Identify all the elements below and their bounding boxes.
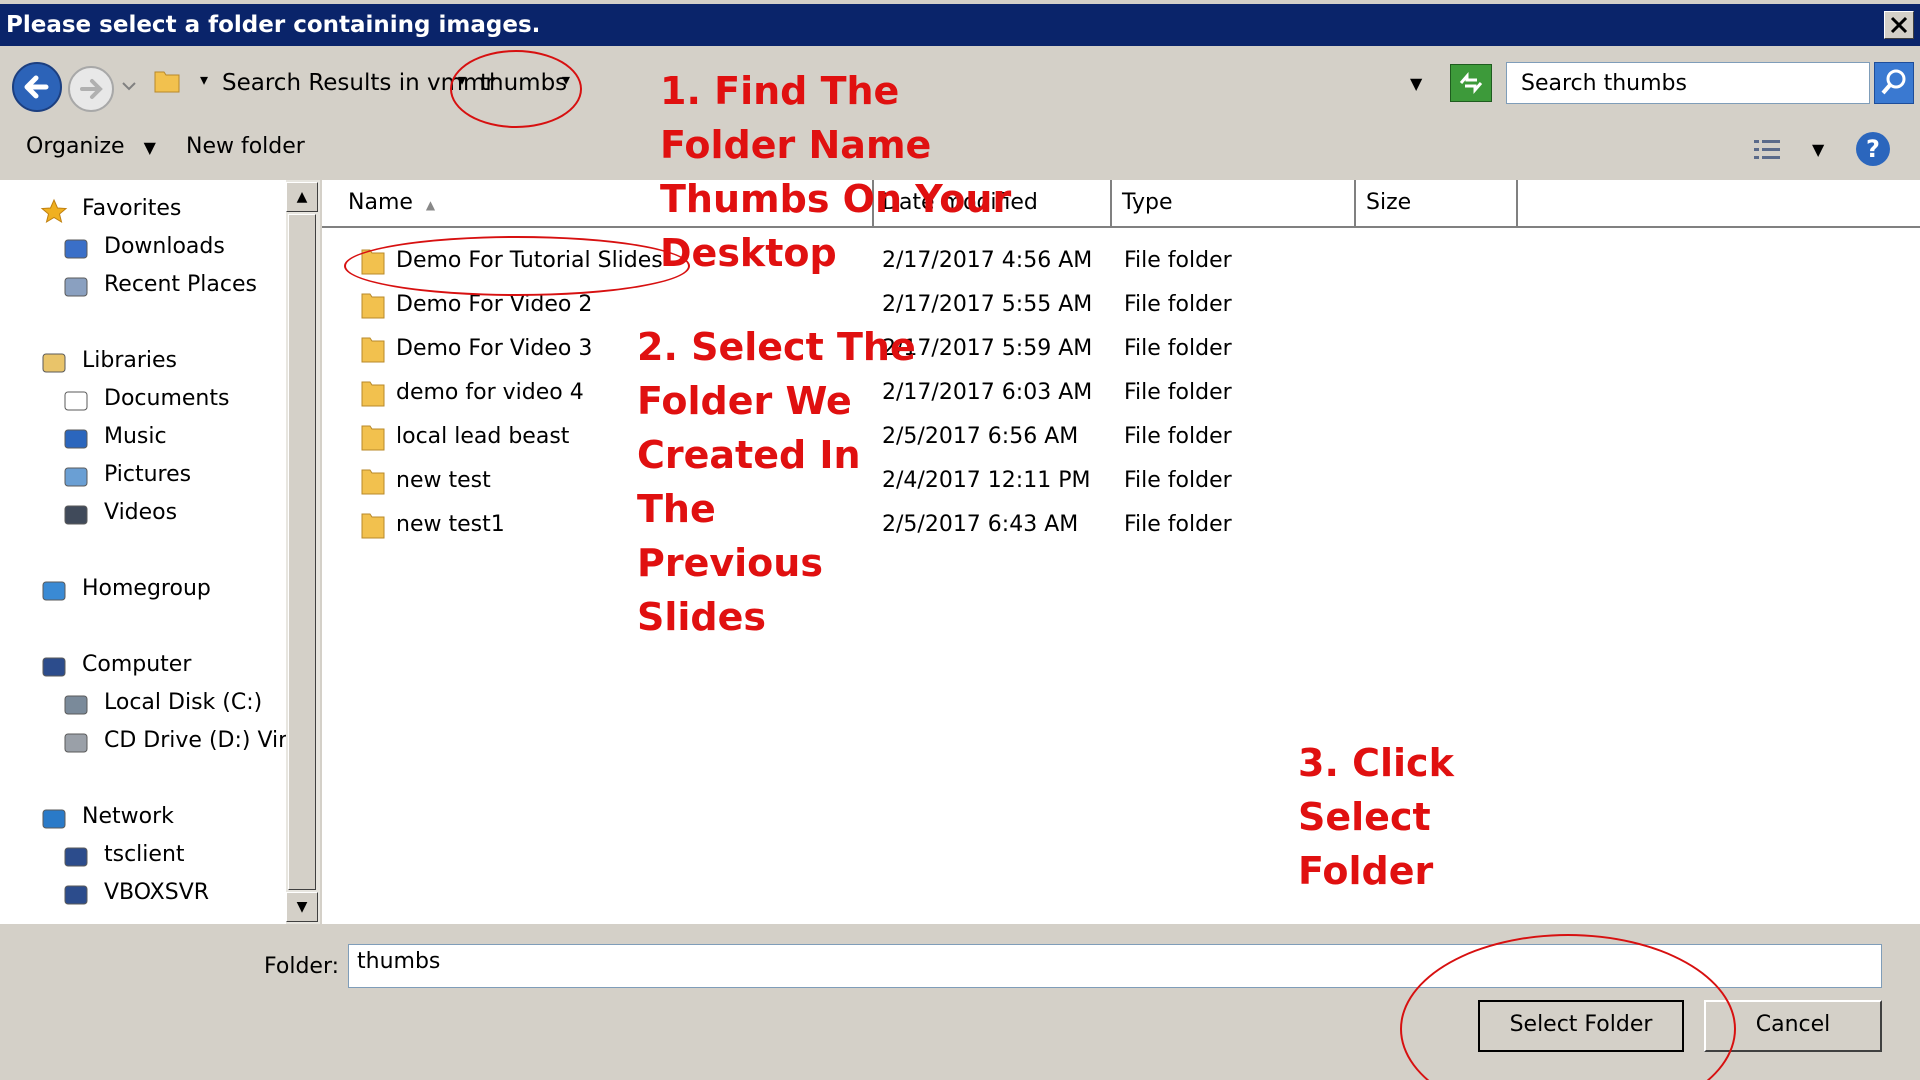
file-type: File folder (1124, 292, 1232, 317)
music-note-icon (62, 426, 90, 452)
file-name: new test (396, 468, 491, 493)
nav-scrollbar[interactable]: ▲ ▼ (286, 180, 320, 924)
recent-pages-dropdown[interactable] (121, 80, 137, 96)
sidebar-item-label[interactable]: Favorites (82, 196, 181, 221)
pictures-icon (62, 464, 90, 490)
folder-icon (360, 334, 386, 364)
details-view-icon (1754, 140, 1780, 159)
sidebar-item-label[interactable]: Computer (82, 652, 191, 677)
scroll-up-button[interactable]: ▲ (286, 182, 318, 212)
network-computer-icon (62, 882, 90, 908)
sidebar-item-label[interactable]: VBOXSVR (104, 880, 209, 905)
sidebar-item-label[interactable]: Local Disk (C:) (104, 690, 262, 715)
navigation-pane: Favorites Downloads Recent Places Libraries… (0, 180, 291, 924)
column-header-type[interactable]: Type (1112, 180, 1356, 226)
folder-icon (360, 466, 386, 496)
file-row[interactable]: local lead beast 2/5/2017 6:56 AM File fol… (322, 416, 1920, 460)
network-icon (40, 806, 68, 832)
forward-button[interactable] (68, 66, 114, 112)
sidebar-item-label[interactable]: Recent Places (104, 272, 257, 297)
address-history-dropdown[interactable]: ▼ (1410, 74, 1422, 93)
organize-label: Organize (26, 134, 125, 159)
sidebar-item-label[interactable]: tsclient (104, 842, 185, 867)
annotation-step-1: 1. Find The Folder Name Thumbs On Your D… (660, 69, 1012, 275)
annotation-step-3: 3. Click Select Folder (1298, 741, 1454, 893)
search-button[interactable] (1874, 62, 1914, 104)
sort-ascending-icon: ▲ (425, 198, 436, 212)
folder-picker-dialog: Please select a folder containing images… (0, 0, 1920, 1080)
folder-icon (360, 422, 386, 452)
search-input[interactable]: Search thumbs (1506, 62, 1870, 104)
annotation-circle-folder (344, 236, 690, 296)
file-type: File folder (1124, 468, 1232, 493)
folder-label: Folder: (264, 954, 340, 979)
annotation-step-2: 2. Select The Folder We Created In The P… (637, 325, 916, 639)
close-button[interactable] (1884, 11, 1914, 39)
folder-icon (360, 378, 386, 408)
file-name: demo for video 4 (396, 380, 584, 405)
search-placeholder: Search thumbs (1521, 71, 1687, 96)
file-type: File folder (1124, 248, 1232, 273)
sidebar-item-label[interactable]: Music (104, 424, 167, 449)
homegroup-icon (40, 578, 68, 604)
network-computer-icon (62, 844, 90, 870)
libraries-icon (40, 350, 68, 376)
downloads-folder-icon (62, 236, 90, 262)
folder-icon (360, 510, 386, 540)
scroll-thumb[interactable] (288, 214, 316, 890)
chevron-down-icon (122, 82, 136, 91)
sidebar-item-label[interactable]: Documents (104, 386, 229, 411)
sidebar-item-label[interactable]: Pictures (104, 462, 191, 487)
file-name: Demo For Video 3 (396, 336, 593, 361)
sidebar-item-label[interactable]: CD Drive (D:) Virtu (104, 728, 290, 753)
sidebar-item-label[interactable]: Homegroup (82, 576, 211, 601)
view-options-dropdown[interactable]: ▼ (1812, 140, 1824, 159)
address-folder-icon (152, 66, 182, 96)
column-header-size[interactable]: Size (1356, 180, 1518, 226)
file-row[interactable]: Demo For Video 3 2/17/2017 5:59 AM File fo… (322, 328, 1920, 372)
sidebar-item-label[interactable]: Downloads (104, 234, 225, 259)
back-button[interactable] (12, 62, 62, 112)
column-headers: Name ▲ Date modified Type Size (322, 180, 1920, 228)
file-name: local lead beast (396, 424, 570, 449)
sidebar-item-label[interactable]: Network (82, 804, 174, 829)
annotation-circle-thumbs (450, 50, 582, 128)
folder-icon (360, 290, 386, 320)
file-row[interactable]: demo for video 4 2/17/2017 6:03 AM File fo… (322, 372, 1920, 416)
chevron-down-icon: ▼ (143, 138, 156, 157)
help-button[interactable]: ? (1856, 132, 1890, 166)
column-header-name-label: Name (348, 190, 413, 215)
search-icon (1881, 69, 1906, 95)
arrow-right-icon (80, 79, 103, 99)
file-type: File folder (1124, 380, 1232, 405)
file-row[interactable]: new test 2/4/2017 12:11 PM File folder (322, 460, 1920, 504)
video-film-icon (62, 502, 90, 528)
local-disk-icon (62, 692, 90, 718)
cd-drive-icon (62, 730, 90, 756)
organize-button[interactable]: Organize ▼ (26, 134, 156, 159)
file-date: 2/17/2017 5:55 AM (882, 292, 1093, 317)
file-row[interactable]: new test1 2/5/2017 6:43 AM File folder (322, 504, 1920, 548)
file-name: new test1 (396, 512, 505, 537)
file-type: File folder (1124, 424, 1232, 449)
file-type: File folder (1124, 512, 1232, 537)
sidebar-item-label[interactable]: Videos (104, 500, 177, 525)
computer-icon (40, 654, 68, 680)
help-icon: ? (1866, 135, 1880, 163)
close-icon (1890, 16, 1908, 34)
refresh-icon (1459, 71, 1483, 95)
dialog-title: Please select a folder containing images… (6, 12, 541, 38)
title-bar: Please select a folder containing images… (0, 4, 1920, 46)
sidebar-item-label[interactable]: Libraries (82, 348, 177, 373)
file-type: File folder (1124, 336, 1232, 361)
change-view-button[interactable] (1752, 136, 1784, 164)
breadcrumb-arrow-icon[interactable]: ▾ (200, 70, 208, 89)
refresh-button[interactable] (1450, 64, 1492, 102)
document-icon (62, 388, 90, 414)
arrow-left-icon (24, 75, 49, 99)
recent-places-icon (62, 274, 90, 300)
star-icon (40, 198, 68, 224)
scroll-down-button[interactable]: ▼ (286, 892, 318, 922)
new-folder-button[interactable]: New folder (186, 134, 305, 159)
